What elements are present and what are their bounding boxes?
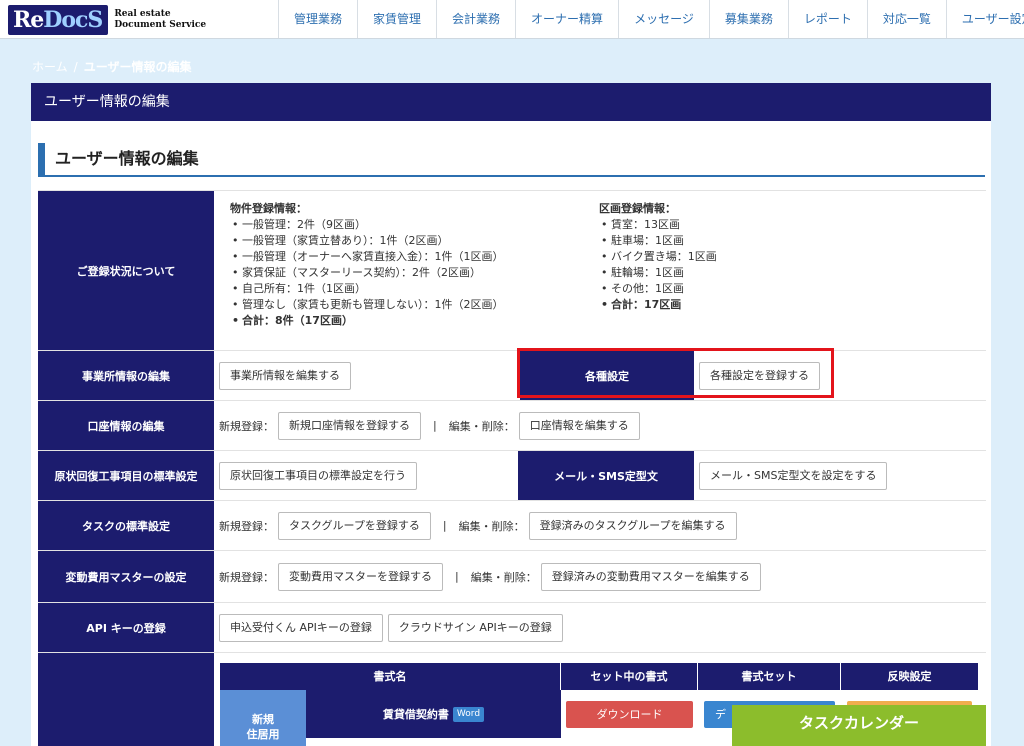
- nav-item-user-settings[interactable]: ユーザー設定: [945, 0, 1024, 38]
- panel-header-title: ユーザー情報の編集: [31, 83, 991, 121]
- list-item: 一般管理：2件（9区画）: [230, 217, 504, 233]
- breadcrumb-home[interactable]: ホーム: [32, 60, 68, 74]
- format-header-apply: 反映設定: [841, 663, 978, 690]
- highlight-box: [517, 348, 834, 398]
- nav-item-rent[interactable]: 家賃管理: [357, 0, 436, 38]
- logo-mark: ReDocS: [8, 5, 109, 35]
- property-registration: 物件登録情報： 一般管理：2件（9区画） 一般管理（家賃立替あり）：1件（2区画…: [230, 201, 504, 329]
- format-row-group: 新規 住居用: [220, 690, 306, 746]
- format-header-set: 書式セット: [698, 663, 841, 690]
- list-item: 駐輪場：1区画: [599, 265, 717, 281]
- registration-row: ご登録状況について 物件登録情報： 一般管理：2件（9区画） 一般管理（家賃立替…: [38, 190, 986, 350]
- format-label: [38, 653, 214, 746]
- list-item: 一般管理（家賃立替あり）：1件（2区画）: [230, 233, 504, 249]
- list-item: 駐車場：1区画: [599, 233, 717, 249]
- restoration-row: 原状回復工事項目の標準設定 原状回復工事項目の標準設定を行う メール・SMS定型…: [38, 450, 986, 500]
- logo-subtitle: Real estate Document Service: [114, 9, 207, 30]
- download-button[interactable]: ダウンロード: [566, 700, 693, 728]
- list-item: 管理なし（家賃も更新も管理しない）：1件（2区画）: [230, 297, 504, 313]
- list-item: 賃室：13区画: [599, 217, 717, 233]
- account-label: 口座情報の編集: [38, 401, 214, 450]
- list-item: バイク置き場：1区画: [599, 249, 717, 265]
- nav-item-reports[interactable]: レポート: [787, 0, 867, 38]
- redocs-logo[interactable]: ReDocS Real estate Document Service: [8, 5, 206, 35]
- registration-label: ご登録状況について: [38, 191, 214, 350]
- list-item: 一般管理（オーナーへ家賃直接入金）：1件（1区画）: [230, 249, 504, 265]
- nav-item-responses[interactable]: 対応一覧: [866, 0, 946, 38]
- task-label: タスクの標準設定: [38, 501, 214, 550]
- nav-item-recruitment[interactable]: 募集業務: [708, 0, 788, 38]
- task-row: タスクの標準設定 新規登録： タスクグループを登録する | 編集・削除： 登録済…: [38, 500, 986, 550]
- office-row: 事業所情報の編集 事業所情報を編集する 各種設定 各種設定を登録する: [38, 350, 986, 400]
- property-total: 合計：8件（17区画）: [230, 313, 504, 329]
- api-key-label: API キーの登録: [38, 603, 214, 652]
- edit-account-button[interactable]: 口座情報を編集する: [518, 411, 640, 440]
- account-row: 口座情報の編集 新規登録： 新規口座情報を登録する | 編集・削除： 口座情報を…: [38, 400, 986, 450]
- nav-item-management[interactable]: 管理業務: [278, 0, 357, 38]
- format-doc-name: 賃貸借契約書 Word: [306, 690, 561, 738]
- edit-task-group-button[interactable]: 登録済みのタスクグループを編集する: [528, 511, 737, 540]
- list-item: 家賃保証（マスターリース契約）：2件（2区画）: [230, 265, 504, 281]
- api-key-row: API キーの登録 申込受付くん APIキーの登録 クラウドサイン APIキーの…: [38, 602, 986, 652]
- edit-variable-cost-button[interactable]: 登録済みの変動費用マスターを編集する: [540, 562, 761, 591]
- moushikomi-api-key-button[interactable]: 申込受付くん APIキーの登録: [219, 613, 383, 642]
- breadcrumb-current: ユーザー情報の編集: [83, 60, 192, 74]
- list-item: その他：1区画: [599, 281, 717, 297]
- page-title: ユーザー情報の編集: [38, 143, 985, 177]
- unit-registration: 区画登録情報： 賃室：13区画 駐車場：1区画 バイク置き場：1区画 駐輪場：1…: [599, 201, 717, 313]
- format-header-current: セット中の書式: [561, 663, 698, 690]
- main-nav: 管理業務 家賃管理 会計業務 オーナー精算 メッセージ 募集業務 レポート 対応…: [278, 0, 1024, 38]
- task-calendar-button[interactable]: タスクカレンダー: [732, 705, 986, 746]
- word-badge: Word: [452, 706, 485, 722]
- breadcrumb: ホーム / ユーザー情報の編集: [32, 60, 192, 74]
- register-variable-cost-button[interactable]: 変動費用マスターを登録する: [278, 562, 443, 591]
- list-item: 自己所有：1件（1区画）: [230, 281, 504, 297]
- nav-item-messages[interactable]: メッセージ: [618, 0, 709, 38]
- variable-cost-row: 変動費用マスターの設定 新規登録： 変動費用マスターを登録する | 編集・削除：…: [38, 550, 986, 602]
- variable-cost-label: 変動費用マスターの設定: [38, 551, 214, 602]
- unit-total: 合計：17区画: [599, 297, 717, 313]
- register-task-group-button[interactable]: タスクグループを登録する: [278, 511, 431, 540]
- new-account-button[interactable]: 新規口座情報を登録する: [278, 411, 421, 440]
- nav-item-owner-settlement[interactable]: オーナー精算: [515, 0, 618, 38]
- top-bar: ReDocS Real estate Document Service 管理業務 …: [0, 0, 1024, 39]
- office-label: 事業所情報の編集: [38, 351, 214, 400]
- format-header-name: 書式名: [220, 663, 561, 690]
- restoration-label: 原状回復工事項目の標準設定: [38, 451, 214, 500]
- cloudsign-api-key-button[interactable]: クラウドサイン APIキーの登録: [387, 613, 563, 642]
- edit-office-button[interactable]: 事業所情報を編集する: [219, 361, 351, 390]
- nav-item-accounting[interactable]: 会計業務: [436, 0, 515, 38]
- mail-sms-label: メール・SMS定型文: [518, 451, 694, 500]
- mail-sms-template-button[interactable]: メール・SMS定型文を設定をする: [699, 461, 888, 490]
- restoration-settings-button[interactable]: 原状回復工事項目の標準設定を行う: [219, 461, 417, 490]
